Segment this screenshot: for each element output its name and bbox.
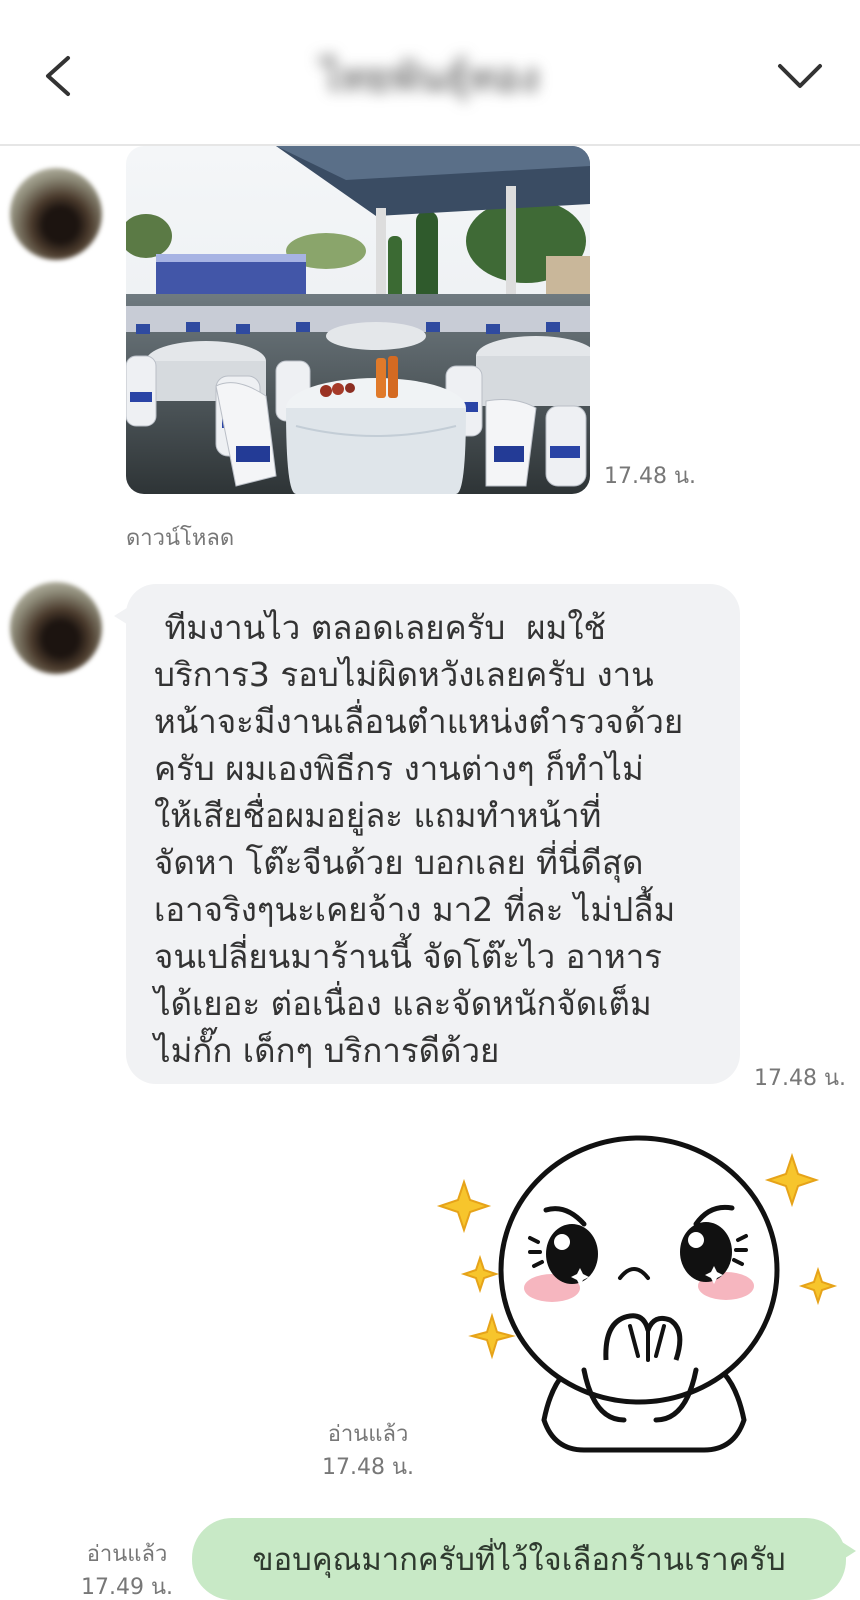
chevron-down-icon [778,64,822,88]
outgoing-message-bubble[interactable]: ขอบคุณมากครับที่ไว้ใจเลือกร้านเราครับ [192,1518,856,1600]
message-time: 17.49 น. [80,1575,173,1600]
message-time: 17.48 น. [604,464,697,489]
sender-avatar[interactable] [10,168,102,260]
chevron-left-icon [46,56,70,96]
sticker[interactable] [434,1120,844,1496]
read-receipt: อ่านแล้ว 17.49 น. [72,1538,182,1600]
sender-avatar[interactable] [10,582,102,674]
touched-moon-sticker-icon [436,1135,838,1453]
message-time: 17.48 น. [321,1455,414,1480]
read-label: อ่านแล้ว [86,1542,168,1567]
message-time: 17.48 น. [754,1066,847,1091]
back-button[interactable] [34,48,84,104]
chat-title: ไทยพันธุ์ทอง [321,55,539,101]
message-text: ขอบคุณมากครับที่ไว้ใจเลือกร้านเราครับ [252,1542,786,1578]
incoming-message-bubble[interactable]: ทีมงานไว ตลอดเลยครับ ผมใช้ บริการ3 รอบไม… [114,584,740,1084]
read-receipt: อ่านแล้ว 17.48 น. [318,1418,418,1484]
chat-header: ไทยพันธุ์ทอง [0,0,860,146]
message-text: ทีมงานไว ตลอดเลยครับ ผมใช้ บริการ3 รอบไม… [154,608,684,1070]
shared-photo[interactable] [126,146,590,494]
download-link[interactable]: ดาวน์โหลด [126,520,234,555]
banquet-hall-image [126,146,590,494]
read-label: อ่านแล้ว [327,1422,409,1447]
menu-button[interactable] [772,54,828,100]
